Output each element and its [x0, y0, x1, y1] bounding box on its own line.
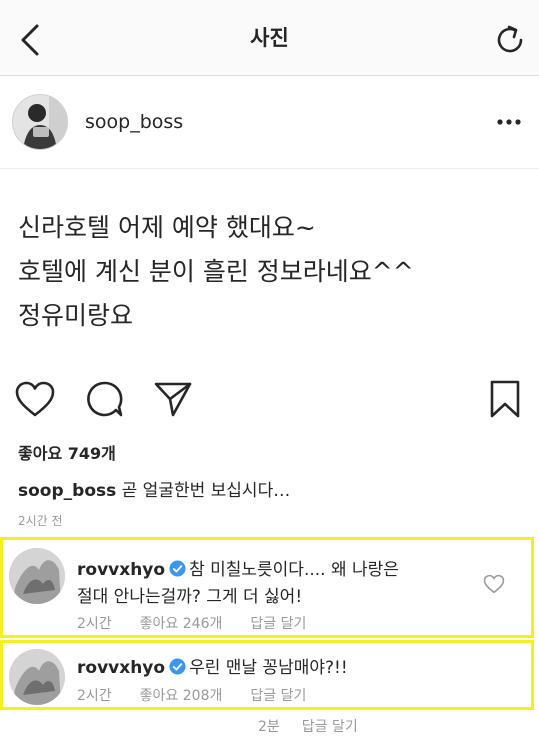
page-title: 사진	[250, 26, 289, 50]
comment-body-line2: 절대 안나는걸까? 그게 더 싫어!	[77, 587, 303, 607]
comment-icon	[87, 381, 123, 417]
refresh-button[interactable]	[489, 19, 531, 61]
comment-like-count[interactable]: 좋아요 208개	[140, 688, 223, 704]
heart-icon	[483, 574, 505, 594]
caption: soop_boss 곧 얼굴한번 보십시다…	[18, 476, 290, 501]
comment-avatar-photo	[9, 649, 65, 705]
comment-button[interactable]	[82, 376, 128, 422]
reply-button[interactable]: 답글 달기	[302, 719, 358, 735]
post-text-line: 호텔에 계신 분이 흘린 정보라네요^^	[18, 257, 414, 286]
more-options-button[interactable]	[487, 104, 531, 140]
comment-avatar-photo	[9, 548, 65, 604]
action-bar	[0, 372, 539, 424]
avatar-photo	[13, 95, 67, 149]
comment-time: 2시간	[77, 616, 112, 632]
verified-icon	[169, 658, 186, 675]
comment-item: rovvxhyo 참 미칠노릇이다.... 왜 나랑은 절대 안나는걸까? 그게 …	[0, 537, 534, 638]
comment-text: rovvxhyo 우린 맨날 꽁남매야?!!	[77, 653, 348, 678]
comment-body-line1: 우린 맨날 꽁남매야?!!	[189, 658, 348, 678]
comment-username[interactable]: rovvxhyo	[77, 658, 165, 678]
send-icon	[154, 382, 192, 417]
comment-reply-button[interactable]: 답글 달기	[250, 616, 306, 632]
comment-username[interactable]: rovvxhyo	[77, 560, 165, 580]
comment-avatar[interactable]	[9, 649, 65, 705]
comment-avatar[interactable]	[9, 548, 65, 604]
top-bar: 사진	[0, 0, 539, 76]
reply-time: 2분	[258, 719, 280, 735]
avatar[interactable]	[12, 94, 68, 150]
comment-meta: 2시간 좋아요 246개 답글 달기	[77, 613, 334, 633]
comment-reply-button[interactable]: 답글 달기	[250, 688, 306, 704]
post-timestamp: 2시간 전	[18, 514, 63, 528]
like-button[interactable]	[12, 376, 58, 422]
post-username[interactable]: soop_boss	[85, 111, 183, 133]
heart-icon	[15, 381, 55, 417]
caption-username[interactable]: soop_boss	[18, 481, 116, 501]
like-count[interactable]: 좋아요 749개	[18, 440, 116, 464]
comment-like-button[interactable]	[483, 574, 505, 598]
caption-text: 곧 얼굴한번 보십시다…	[116, 481, 291, 501]
comment-time: 2시간	[77, 688, 112, 704]
more-icon	[497, 119, 521, 125]
comment-like-count[interactable]: 좋아요 246개	[140, 616, 223, 632]
comment-meta: 2시간 좋아요 208개 답글 달기	[77, 685, 334, 705]
verified-icon	[169, 560, 186, 577]
comment-text: rovvxhyo 참 미칠노릇이다.... 왜 나랑은	[77, 555, 399, 580]
post-text-line: 정유미랑요	[18, 301, 134, 330]
post-content: 신라호텔 어제 예약 했대요~ 호텔에 계신 분이 흘린 정보라네요^^ 정유미…	[18, 206, 518, 338]
post-text-line: 신라호텔 어제 예약 했대요~	[18, 213, 316, 242]
bookmark-icon	[490, 380, 520, 418]
save-button[interactable]	[482, 376, 528, 422]
share-button[interactable]	[150, 376, 196, 422]
comment-item: rovvxhyo 우린 맨날 꽁남매야?!! 2시간 좋아요 208개 답글 달기	[0, 640, 534, 710]
post-header: soop_boss	[0, 77, 539, 169]
comment-body-line1: 참 미칠노릇이다.... 왜 나랑은	[189, 560, 399, 580]
reply-meta: 2분 답글 달기	[258, 716, 380, 736]
refresh-icon	[497, 25, 523, 53]
